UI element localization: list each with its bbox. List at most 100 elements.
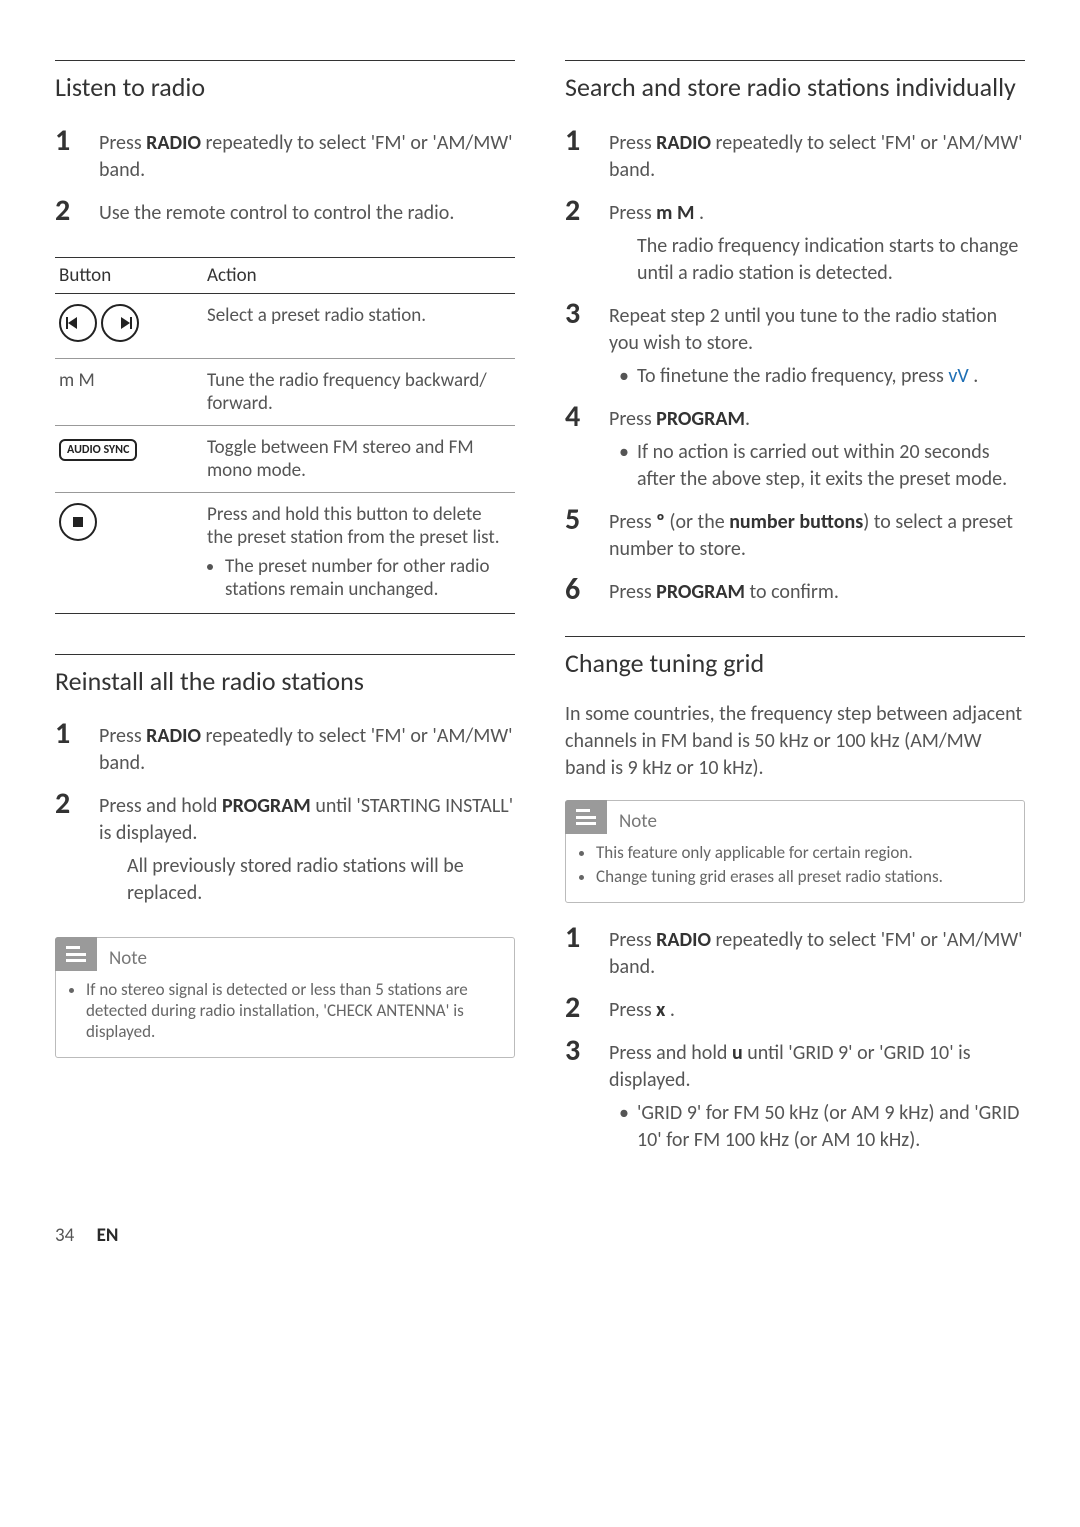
text: Press: [609, 131, 656, 155]
table-header-button: Button: [55, 257, 203, 293]
note-title: Note: [619, 810, 657, 833]
step: 2 Use the remote control to control the …: [55, 196, 515, 227]
step: 1 Press RADIO repeatedly to select 'FM' …: [565, 126, 1025, 184]
button-cell: AUDIO SYNC: [55, 425, 203, 492]
step-number: 4: [565, 402, 609, 493]
text: Press: [609, 407, 656, 431]
step: 6 Press PROGRAM to confirm.: [565, 575, 1025, 606]
step-body: Press x .: [609, 993, 1025, 1024]
text: .: [665, 998, 675, 1022]
step: 2 Press and hold PROGRAM until 'STARTING…: [55, 789, 515, 907]
text: Press: [609, 510, 656, 534]
prev-next-icons: [59, 304, 139, 342]
stop-square-icon: [73, 517, 83, 527]
action-cell: Toggle between FM stereo and FM mono mod…: [203, 425, 515, 492]
page-number: 34: [55, 1224, 74, 1247]
step: 1 Press RADIO repeatedly to select 'FM' …: [565, 923, 1025, 981]
section-title-search: Search and store radio stations individu…: [565, 71, 1025, 104]
note-body: This feature only applicable for certain…: [566, 838, 1024, 902]
step-number: 2: [565, 196, 609, 287]
inner-bullet-list: The preset number for other radio statio…: [207, 555, 511, 601]
step: 2 Press m M . The radio frequency indica…: [565, 196, 1025, 287]
section-title-grid: Change tuning grid: [565, 647, 1025, 680]
audio-sync-button-icon: AUDIO SYNC: [59, 439, 137, 461]
step-body: Press PROGRAM to confirm.: [609, 575, 1025, 606]
note-body: If no stereo signal is detected or less …: [56, 975, 514, 1057]
steps-reinstall: 1 Press RADIO repeatedly to select 'FM' …: [55, 719, 515, 907]
table-row: Press and hold this button to delete the…: [55, 492, 515, 613]
label-program: PROGRAM: [656, 407, 745, 431]
bullet-text: To finetune the radio frequency, press v…: [637, 363, 1025, 390]
note-box: Note This feature only applicable for ce…: [565, 800, 1025, 903]
step-sub: All previously stored radio stations wil…: [127, 853, 515, 907]
stop-button-icon: [59, 503, 97, 541]
step: 5 Press º (or the number buttons) to sel…: [565, 505, 1025, 563]
step: 3 Press and hold u until 'GRID 9' or 'GR…: [565, 1036, 1025, 1154]
step-body: Use the remote control to control the ra…: [99, 196, 515, 227]
step-number: 1: [565, 126, 609, 184]
section-rule: [565, 636, 1025, 637]
button-action-table: Button Action Select a preset radio stat…: [55, 257, 515, 614]
step-body: Press and hold u until 'GRID 9' or 'GRID…: [609, 1036, 1025, 1154]
label-program: PROGRAM: [222, 794, 311, 818]
text: to confirm.: [745, 580, 839, 604]
bullet-dot: •: [619, 439, 637, 493]
step-body: Press RADIO repeatedly to select 'FM' or…: [99, 126, 515, 184]
previous-track-icon: [59, 304, 97, 342]
note-title: Note: [109, 947, 147, 970]
label-radio: RADIO: [146, 724, 201, 748]
step-body: Press m M . The radio frequency indicati…: [609, 196, 1025, 287]
note-box: Note If no stereo signal is detected or …: [55, 937, 515, 1058]
button-cell: [55, 293, 203, 358]
note-item: If no stereo signal is detected or less …: [86, 979, 500, 1042]
step-number: 1: [55, 719, 99, 777]
step: 1 Press RADIO repeatedly to select 'FM' …: [55, 126, 515, 184]
table-row: m M Tune the radio frequency backward/ f…: [55, 358, 515, 425]
step: 1 Press RADIO repeatedly to select 'FM' …: [55, 719, 515, 777]
bullet-text: 'GRID 9' for FM 50 kHz (or AM 9 kHz) and…: [637, 1100, 1025, 1154]
step-number: 5: [565, 505, 609, 563]
text: Press and hold: [99, 794, 222, 818]
note-icon: [55, 937, 97, 971]
step-number: 2: [565, 993, 609, 1024]
text: Press: [609, 201, 656, 225]
step-number: 1: [565, 923, 609, 981]
section-title-listen: Listen to radio: [55, 71, 515, 104]
step-number: 3: [565, 1036, 609, 1154]
label-program: PROGRAM: [656, 580, 745, 604]
section-title-reinstall: Reinstall all the radio stations: [55, 665, 515, 698]
steps-grid: 1 Press RADIO repeatedly to select 'FM' …: [565, 923, 1025, 1154]
label-radio: RADIO: [146, 131, 201, 155]
table-header-action: Action: [203, 257, 515, 293]
note-item: This feature only applicable for certain…: [596, 842, 1010, 863]
next-track-icon: [101, 304, 139, 342]
action-cell: Tune the radio frequency backward/ forwa…: [203, 358, 515, 425]
step: 2 Press x .: [565, 993, 1025, 1024]
step-body: Press RADIO repeatedly to select 'FM' or…: [609, 126, 1025, 184]
label-number-buttons: number buttons: [729, 510, 863, 534]
text: Press and hold this button to delete the…: [207, 503, 500, 549]
button-cell: [55, 492, 203, 613]
label-mm: m M: [656, 201, 694, 225]
step-body: Repeat step 2 until you tune to the radi…: [609, 299, 1025, 390]
text: .: [694, 201, 704, 225]
bullet-text: If no action is carried out within 20 se…: [637, 439, 1025, 493]
text: To finetune the radio frequency, press: [637, 364, 948, 388]
label-radio: RADIO: [656, 131, 711, 155]
step-number: 2: [55, 196, 99, 227]
steps-search: 1 Press RADIO repeatedly to select 'FM' …: [565, 126, 1025, 606]
text: Press and hold: [609, 1041, 732, 1065]
text: Press: [609, 998, 656, 1022]
text: (or the: [665, 510, 729, 534]
steps-listen: 1 Press RADIO repeatedly to select 'FM' …: [55, 126, 515, 227]
section-rule: [55, 654, 515, 655]
action-cell: Select a preset radio station.: [203, 293, 515, 358]
language-code: EN: [97, 1224, 119, 1247]
button-cell: m M: [55, 358, 203, 425]
intro-text: In some countries, the frequency step be…: [565, 701, 1025, 782]
text: Press: [609, 580, 656, 604]
step-bullet: • If no action is carried out within 20 …: [619, 439, 1025, 493]
note-item: Change tuning grid erases all preset rad…: [596, 866, 1010, 887]
step-number: 6: [565, 575, 609, 606]
text: Press: [99, 724, 146, 748]
